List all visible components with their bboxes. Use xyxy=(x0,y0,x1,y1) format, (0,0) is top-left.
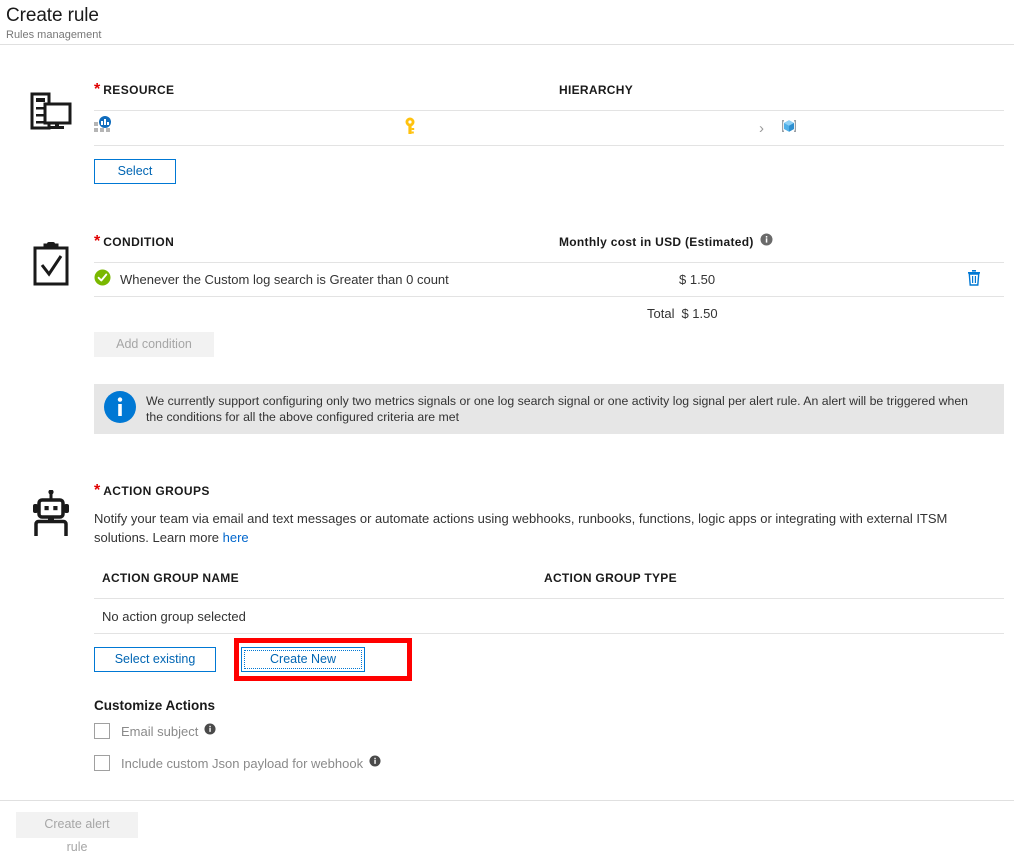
json-payload-checkbox[interactable] xyxy=(94,755,110,771)
condition-text-cell: Whenever the Custom log search is Greate… xyxy=(94,269,559,291)
condition-section-icon-col xyxy=(8,233,94,434)
hierarchy-cell: › xyxy=(402,117,1004,140)
email-subject-checkbox-row[interactable]: Email subject xyxy=(94,722,1004,740)
info-icon[interactable] xyxy=(204,722,216,740)
action-groups-table-header: ACTION GROUP NAME ACTION GROUP TYPE xyxy=(94,569,1004,587)
condition-section-body: * CONDITION Monthly cost in USD (Estimate… xyxy=(94,233,1006,434)
email-subject-label: Email subject xyxy=(121,723,199,739)
action-groups-divider-bottom xyxy=(94,633,1004,634)
info-banner: We currently support configuring only tw… xyxy=(94,384,1004,434)
page-title: Create rule xyxy=(6,5,99,26)
condition-total-cell: Total $ 1.50 xyxy=(559,306,944,321)
resource-group-cube-icon xyxy=(780,117,798,140)
condition-cost: $ 1.50 xyxy=(679,272,716,287)
create-new-button[interactable]: Create New xyxy=(241,647,365,672)
info-icon[interactable] xyxy=(760,233,773,251)
create-alert-rule-button[interactable]: Create alert rule xyxy=(16,812,138,854)
action-groups-label: ACTION GROUPS xyxy=(103,484,210,498)
robot-icon xyxy=(28,489,74,543)
condition-delete-cell[interactable] xyxy=(944,269,1004,291)
condition-section: * CONDITION Monthly cost in USD (Estimate… xyxy=(8,233,1006,434)
trash-icon[interactable] xyxy=(966,269,982,291)
action-groups-section: * ACTION GROUPS Notify your team via emai… xyxy=(8,482,1006,772)
info-icon[interactable] xyxy=(369,754,381,772)
clipboard-check-icon xyxy=(29,241,73,292)
metrics-chart-icon xyxy=(94,115,114,141)
resource-section: * RESOURCE HIERARCHY › Select xyxy=(8,81,1006,184)
resource-section-icon-col xyxy=(8,81,94,184)
hierarchy-separator: › xyxy=(759,119,764,137)
condition-cost-cell: $ 1.50 xyxy=(559,272,944,287)
json-payload-label: Include custom Json payload for webhook xyxy=(121,755,364,771)
email-subject-checkbox[interactable] xyxy=(94,723,110,739)
action-groups-required-marker: * xyxy=(94,482,101,499)
resource-required-marker: * xyxy=(94,81,101,98)
condition-label: CONDITION xyxy=(103,235,175,249)
condition-row[interactable]: Whenever the Custom log search is Greate… xyxy=(94,263,1004,296)
action-groups-label-wrap: * ACTION GROUPS xyxy=(94,482,1004,500)
condition-total-row: Total $ 1.50 xyxy=(94,297,1004,330)
condition-label-wrap: * CONDITION xyxy=(94,233,559,251)
blade-footer: Create alert rule xyxy=(0,800,1014,854)
page-subtitle: Rules management xyxy=(6,29,102,41)
select-button-wrap: Select xyxy=(94,159,1004,184)
key-icon xyxy=(402,117,418,140)
resource-row[interactable]: › xyxy=(94,111,1004,145)
resource-header-row: * RESOURCE HIERARCHY xyxy=(94,81,1004,99)
info-banner-text: We currently support configuring only tw… xyxy=(146,394,969,424)
action-groups-empty-row: No action group selected xyxy=(94,599,1004,633)
add-condition-button[interactable]: Add condition xyxy=(94,332,214,357)
action-groups-empty-text: No action group selected xyxy=(102,608,246,624)
action-group-type-header-wrap: ACTION GROUP TYPE xyxy=(544,569,677,587)
condition-header-row: * CONDITION Monthly cost in USD (Estimate… xyxy=(94,233,1004,251)
hierarchy-label: HIERARCHY xyxy=(559,83,634,97)
customize-actions-title: Customize Actions xyxy=(94,698,216,713)
action-groups-description-wrap: Notify your team via email and text mess… xyxy=(94,509,1004,547)
add-condition-wrap: Add condition xyxy=(94,332,1004,357)
resource-name-cell xyxy=(94,115,402,141)
cost-column-header-wrap: Monthly cost in USD (Estimated) xyxy=(559,233,773,251)
json-payload-checkbox-row[interactable]: Include custom Json payload for webhook xyxy=(94,754,1004,772)
action-groups-icon-col xyxy=(8,482,94,772)
resource-section-body: * RESOURCE HIERARCHY › Select xyxy=(94,81,1006,184)
info-banner-icon-wrap xyxy=(94,384,146,434)
condition-required-marker: * xyxy=(94,233,101,250)
action-group-name-header: ACTION GROUP NAME xyxy=(102,571,239,585)
page-content: * RESOURCE HIERARCHY › Select * CONDITIO… xyxy=(0,81,1014,836)
learn-more-prefix: Learn more xyxy=(152,530,223,545)
server-monitor-icon xyxy=(29,89,73,138)
blade-header: Create rule Rules management xyxy=(0,0,1014,45)
action-group-type-header: ACTION GROUP TYPE xyxy=(544,571,677,585)
hierarchy-label-wrap: HIERARCHY xyxy=(559,81,633,99)
total-label: Total xyxy=(647,306,675,321)
select-existing-button[interactable]: Select existing xyxy=(94,647,216,672)
customize-actions-block: Customize Actions Email subject Include … xyxy=(94,698,1004,772)
select-resource-button[interactable]: Select xyxy=(94,159,176,184)
action-group-name-header-wrap: ACTION GROUP NAME xyxy=(94,569,544,587)
action-groups-buttons-row: Select existing Create New xyxy=(94,638,1004,681)
learn-more-link[interactable]: here xyxy=(223,530,249,545)
resource-label-wrap: * RESOURCE xyxy=(94,81,559,99)
success-check-icon xyxy=(94,269,111,291)
action-groups-body: * ACTION GROUPS Notify your team via emai… xyxy=(94,482,1006,772)
cost-column-header: Monthly cost in USD (Estimated) xyxy=(559,235,754,249)
info-icon xyxy=(103,390,137,429)
total-value: $ 1.50 xyxy=(681,306,718,321)
resource-label: RESOURCE xyxy=(103,83,175,97)
condition-text: Whenever the Custom log search is Greate… xyxy=(120,272,449,287)
resource-divider-bottom xyxy=(94,145,1004,146)
